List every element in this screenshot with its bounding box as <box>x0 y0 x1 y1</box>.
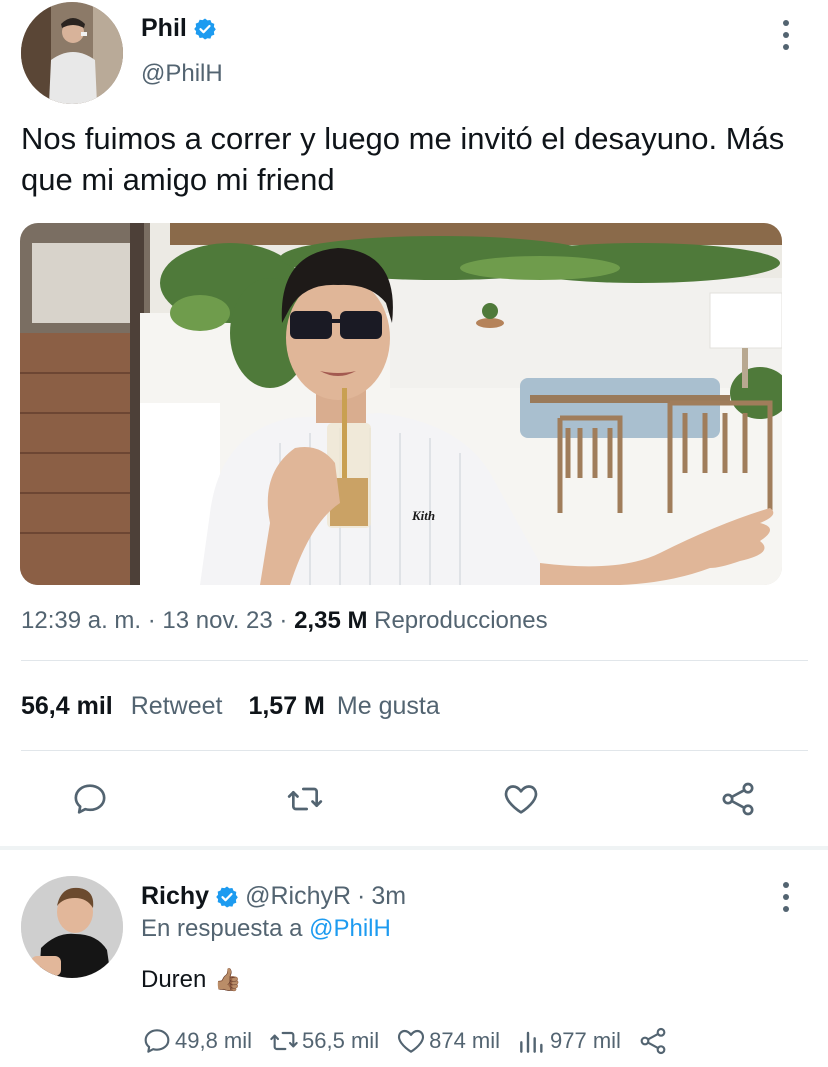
speech-bubble-icon <box>144 1029 170 1053</box>
tweet-date[interactable]: 13 nov. 23 <box>162 607 272 634</box>
retweet-arrows-icon <box>270 1031 298 1051</box>
tweet-meta: 12:39 a. m. · 13 nov. 23 · 2,35 M Reprod… <box>21 607 548 635</box>
heart-icon <box>398 1029 425 1053</box>
like-button[interactable] <box>499 777 543 821</box>
reply-likes-count: 874 mil <box>429 1028 501 1053</box>
replying-to: En respuesta a @PhilH <box>141 915 391 943</box>
thumbs-up-emoji: 👍🏽 <box>214 967 242 992</box>
reply-author-name[interactable]: Richy <box>141 882 209 911</box>
tweet-photo[interactable]: Kith <box>20 223 782 585</box>
reply-prefix: En respuesta a <box>141 915 303 942</box>
tweet-text: Nos fuimos a correr y luego me invitó el… <box>21 121 785 197</box>
share-nodes-icon <box>640 1027 666 1055</box>
likes-count[interactable]: 1,57 M <box>248 692 324 721</box>
reply-mention-link[interactable]: @PhilH <box>309 915 391 942</box>
share-nodes-icon <box>722 782 754 816</box>
reply-reply-button[interactable]: 49,8 mil <box>141 1025 252 1057</box>
retweet-button[interactable] <box>283 777 327 821</box>
views-count: 2,35 M <box>294 607 368 634</box>
retweets-count[interactable]: 56,4 mil <box>21 692 113 721</box>
reply-action-bar: 49,8 mil 56,5 mil 874 mil 977 mil <box>141 1025 685 1057</box>
reply-text: Duren <box>141 966 207 993</box>
shirt-logo: Kith <box>411 508 435 523</box>
reply-separator: · <box>357 882 366 910</box>
reply-share-button[interactable] <box>637 1025 669 1057</box>
reply-retweets-count: 56,5 mil <box>302 1028 380 1053</box>
meta-separator: · <box>147 607 163 634</box>
author-name[interactable]: Phil <box>141 14 187 43</box>
reply-like-button[interactable]: 874 mil <box>395 1025 500 1057</box>
speech-bubble-icon <box>74 784 106 814</box>
more-options-icon[interactable] <box>776 20 796 50</box>
retweets-label[interactable]: Retweet <box>131 692 223 721</box>
reply-time[interactable]: 3m <box>371 882 406 911</box>
heart-icon <box>504 785 538 814</box>
reply-replies-count: 49,8 mil <box>175 1028 253 1053</box>
engagement-stats: 56,4 mil Retweet 1,57 M Me gusta <box>21 692 440 721</box>
author-name-row[interactable]: Phil <box>141 14 217 43</box>
meta-separator: · <box>279 607 295 634</box>
verified-badge-icon <box>193 17 217 41</box>
divider <box>21 660 808 661</box>
reply-header: Richy @RichyR · 3m <box>141 882 406 911</box>
tweet-time[interactable]: 12:39 a. m. <box>21 607 141 634</box>
reply-more-options-icon[interactable] <box>776 882 796 912</box>
reply-author-handle[interactable]: @RichyR <box>245 882 351 911</box>
reply-text-row: Duren 👍🏽 <box>141 966 242 994</box>
reply-author-avatar[interactable] <box>21 876 123 978</box>
likes-label[interactable]: Me gusta <box>337 692 440 721</box>
section-divider <box>0 846 828 850</box>
views-label: Reproducciones <box>374 607 548 634</box>
divider <box>21 750 808 751</box>
retweet-arrows-icon <box>287 787 323 811</box>
reply-views-button[interactable]: 977 mil <box>516 1025 621 1057</box>
reply-retweet-button[interactable]: 56,5 mil <box>268 1025 379 1057</box>
author-handle[interactable]: @PhilH <box>141 60 223 88</box>
bar-chart-icon <box>520 1031 543 1053</box>
verified-badge-icon <box>215 885 239 909</box>
reply-views-count: 977 mil <box>550 1028 621 1053</box>
author-avatar[interactable] <box>21 2 123 104</box>
reply-button[interactable] <box>68 777 112 821</box>
share-button[interactable] <box>716 777 760 821</box>
